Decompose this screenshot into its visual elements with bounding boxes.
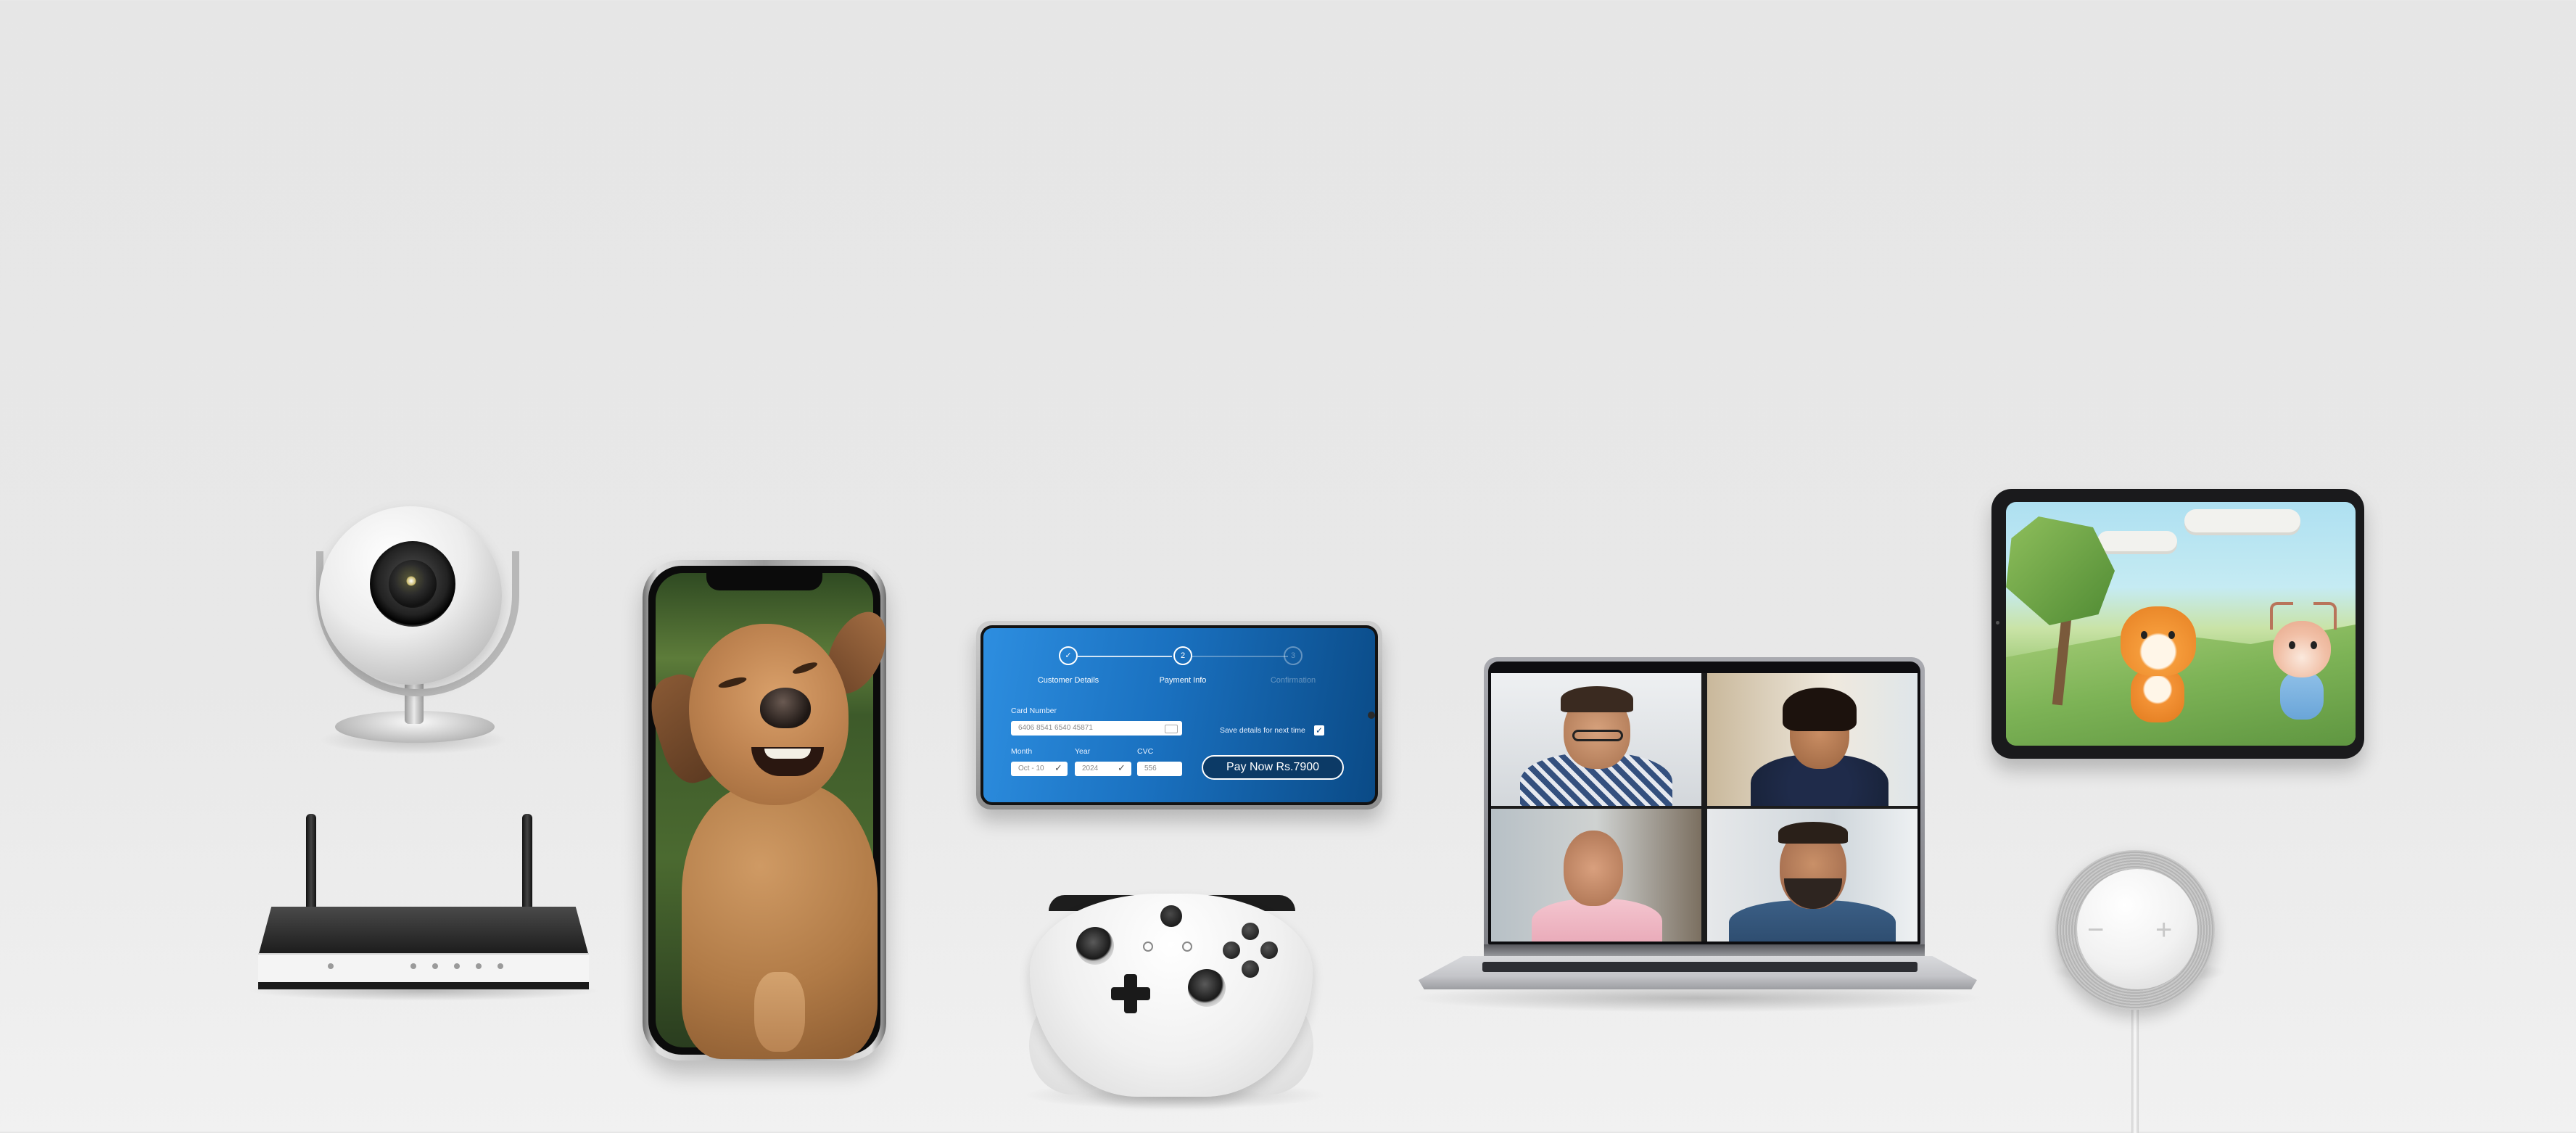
year-value: 2024: [1082, 765, 1099, 772]
router-power-led: [328, 963, 334, 969]
dog-nose: [760, 688, 811, 728]
step-3-label: Confirmation: [1270, 676, 1316, 685]
card-number-value: 6406 8541 6540 45871: [1018, 724, 1093, 732]
face-button-x[interactable]: [1223, 942, 1240, 959]
save-details-checkbox[interactable]: ✓: [1314, 725, 1324, 736]
step-1-label: Customer Details: [1037, 676, 1099, 685]
cloud: [2184, 509, 2300, 532]
video-tile: [1491, 673, 1701, 806]
xbox-guide-button[interactable]: [1160, 905, 1182, 927]
month-value: Oct - 10: [1018, 765, 1044, 772]
router-led: [432, 963, 438, 969]
router-top: [258, 907, 589, 956]
year-label: Year: [1075, 747, 1091, 756]
deer-eye-left: [2289, 641, 2295, 649]
month-label: Month: [1011, 747, 1033, 756]
router-led: [410, 963, 416, 969]
webcam-lens-glint: [406, 576, 416, 586]
dpad-vertical[interactable]: [1124, 974, 1137, 1013]
month-dropdown-check-icon: ✓: [1054, 762, 1062, 773]
router-front-panel: [258, 953, 589, 989]
router-antenna-right: [522, 814, 532, 912]
step-1-check-icon[interactable]: ✓: [1059, 646, 1078, 665]
step-connector: [1078, 656, 1172, 657]
router-led: [476, 963, 482, 969]
deer-character-head: [2273, 621, 2331, 677]
cvc-label: CVC: [1137, 747, 1154, 756]
laptop-hinge: [1484, 944, 1925, 957]
glasses-icon: [1572, 730, 1623, 741]
cvc-input[interactable]: 556: [1137, 762, 1182, 776]
video-call-grid: [1491, 673, 1917, 942]
laptop-keyboard: [1482, 962, 1917, 972]
speaker-cable: [2131, 1010, 2139, 1133]
tiger-eye-right: [2168, 631, 2175, 639]
deer-eye-right: [2311, 641, 2317, 649]
step-connector: [1192, 656, 1288, 657]
tablet-camera: [1996, 621, 1999, 625]
save-details-label: Save details for next time: [1220, 726, 1305, 735]
menu-button[interactable]: [1182, 942, 1192, 952]
cloud: [2097, 531, 2177, 551]
participant-hair: [1778, 822, 1848, 844]
payment-device-camera: [1368, 712, 1375, 719]
face-button-y[interactable]: [1242, 923, 1259, 940]
face-button-b[interactable]: [1260, 942, 1278, 959]
tiger-character-head: [2121, 606, 2196, 676]
dog-paw: [754, 972, 805, 1052]
video-tile: [1707, 809, 1917, 942]
router-led: [454, 963, 460, 969]
step-3-marker[interactable]: 3: [1284, 646, 1303, 665]
tiger-eye-left: [2141, 631, 2147, 639]
left-thumbstick[interactable]: [1076, 927, 1114, 965]
face-button-a[interactable]: [1242, 960, 1259, 978]
router-led: [498, 963, 503, 969]
card-number-input[interactable]: 6406 8541 6540 45871: [1011, 721, 1182, 736]
pay-now-button[interactable]: Pay Now Rs.7900: [1202, 755, 1344, 780]
view-button[interactable]: [1143, 942, 1153, 952]
card-number-label: Card Number: [1011, 706, 1057, 715]
dog-teeth: [764, 749, 811, 759]
volume-up-button[interactable]: +: [2155, 915, 2172, 944]
deer-character-body: [2280, 672, 2324, 720]
video-tile: [1707, 673, 1917, 806]
step-2-label: Payment Info: [1159, 676, 1207, 685]
phone-notch: [706, 572, 822, 590]
year-dropdown-check-icon: ✓: [1118, 762, 1126, 773]
volume-down-button[interactable]: −: [2087, 915, 2104, 944]
participant-face: [1564, 831, 1623, 906]
right-thumbstick[interactable]: [1188, 969, 1226, 1007]
participant-hair: [1783, 688, 1857, 731]
tree-foliage: [2006, 516, 2115, 625]
participant-hair: [1561, 686, 1633, 712]
card-icon: [1165, 725, 1178, 733]
step-2-marker[interactable]: 2: [1173, 646, 1192, 665]
cvc-value: 556: [1144, 765, 1157, 772]
laptop-base: [1419, 956, 1977, 989]
router-antenna-left: [306, 814, 316, 912]
video-tile: [1491, 809, 1701, 942]
